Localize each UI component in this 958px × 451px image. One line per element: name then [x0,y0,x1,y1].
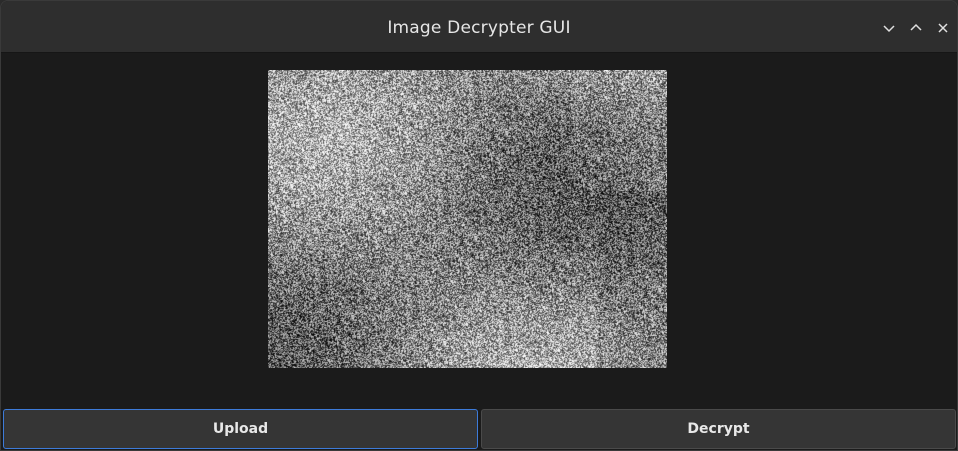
decrypt-button[interactable]: Decrypt [481,409,956,449]
minimize-button[interactable] [878,17,900,39]
close-button[interactable] [932,17,954,39]
upload-button[interactable]: Upload [3,409,478,449]
title-bar[interactable]: Image Decrypter GUI [1,1,957,53]
maximize-button[interactable] [905,17,927,39]
close-icon [936,21,950,35]
main-content: Upload Decrypt [1,53,957,450]
image-preview [268,70,667,368]
encrypted-noise-image [268,70,667,368]
window-title: Image Decrypter GUI [387,18,571,38]
minimize-icon [882,21,896,35]
upload-button-label: Upload [212,421,269,437]
decrypt-button-label: Decrypt [687,421,750,437]
maximize-icon [909,21,923,35]
app-window: Image Decrypter GUI Upload Decrypt [0,0,958,451]
